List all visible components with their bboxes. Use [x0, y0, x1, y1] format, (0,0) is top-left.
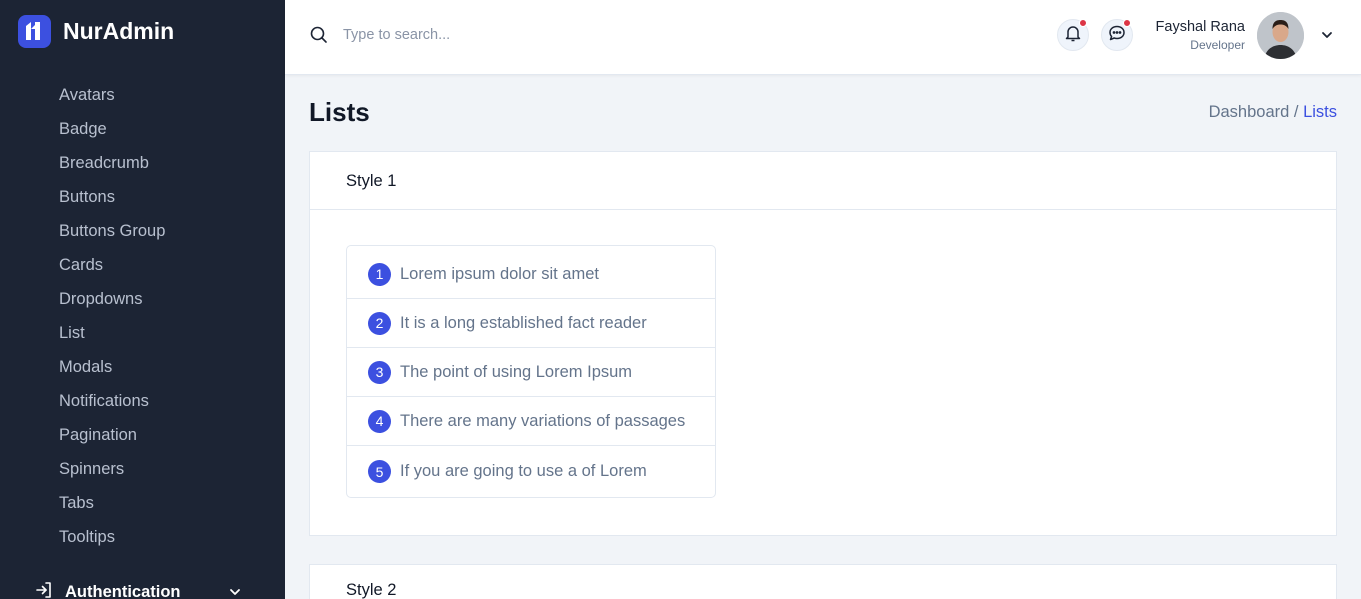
- notification-badge-dot: [1079, 19, 1087, 27]
- sidebar-item-buttons[interactable]: Buttons: [0, 180, 285, 214]
- list-item: 3 The point of using Lorem Ipsum: [347, 348, 715, 397]
- sidebar-item-cards[interactable]: Cards: [0, 248, 285, 282]
- list-item-text: The point of using Lorem Ipsum: [400, 362, 633, 381]
- list-item-text: There are many variations of passages: [400, 411, 686, 430]
- sidebar-item-tabs[interactable]: Tabs: [0, 486, 285, 520]
- list-item-number: 3: [368, 360, 391, 384]
- brand[interactable]: NurAdmin: [18, 14, 174, 48]
- list-item-text: If you are going to use a of Lorem: [400, 462, 647, 480]
- list-item-text: Lorem ipsum dolor sit amet: [400, 264, 599, 283]
- page-title: Lists: [309, 97, 370, 127]
- list-item: 1 Lorem ipsum dolor sit amet: [347, 246, 715, 299]
- list-item-number: 4: [368, 409, 391, 433]
- card-title: Style 2: [310, 561, 1336, 599]
- user-name[interactable]: Fayshal Rana: [1156, 19, 1245, 35]
- login-icon: [35, 581, 53, 599]
- sidebar-item-spinners[interactable]: Spinners: [0, 452, 285, 486]
- sidebar-item-tooltips[interactable]: Tooltips: [0, 520, 285, 554]
- breadcrumb-dashboard-link[interactable]: Dashboard /: [1209, 103, 1299, 121]
- sidebar-item-notifications[interactable]: Notifications: [0, 384, 285, 418]
- card-title: Style 1: [310, 152, 1336, 210]
- list-item-number: 2: [368, 311, 391, 335]
- search-icon[interactable]: [309, 25, 329, 50]
- sidebar-menu: Avatars Badge Breadcrumb Buttons Buttons…: [0, 78, 285, 554]
- sidebar-item-list[interactable]: List: [0, 316, 285, 350]
- sidebar-item-buttons-group[interactable]: Buttons Group: [0, 214, 285, 248]
- sidebar: NurAdmin Avatars Badge Breadcrumb Button…: [0, 0, 285, 599]
- messages-button[interactable]: [1101, 19, 1133, 51]
- numbered-list: 1 Lorem ipsum dolor sit amet 2 It is a l…: [346, 245, 716, 498]
- notifications-button[interactable]: [1057, 19, 1089, 51]
- list-item-text: It is a long established fact reader: [400, 313, 647, 332]
- sidebar-item-avatars[interactable]: Avatars: [0, 78, 285, 112]
- message-badge-dot: [1123, 19, 1131, 27]
- avatar[interactable]: [1257, 12, 1304, 59]
- sidebar-section-authentication[interactable]: Authentication: [0, 578, 285, 599]
- nuradmin-logo-icon: [18, 14, 51, 48]
- sidebar-item-modals[interactable]: Modals: [0, 350, 285, 384]
- chevron-down-icon[interactable]: [1319, 27, 1335, 48]
- sidebar-item-badge[interactable]: Badge: [0, 112, 285, 146]
- top-header: Fayshal Rana Developer: [285, 0, 1361, 75]
- brand-name: NurAdmin: [63, 17, 175, 44]
- sidebar-item-breadcrumb[interactable]: Breadcrumb: [0, 146, 285, 180]
- list-item: 2 It is a long established fact reader: [347, 299, 715, 348]
- list-item-number: 1: [368, 262, 391, 286]
- chevron-down-icon: [228, 585, 242, 599]
- list-card-style-2: Style 2: [309, 564, 1337, 599]
- list-card-style-1: Style 1 1 Lorem ipsum dolor sit amet 2 I…: [309, 151, 1337, 536]
- sidebar-section-label: Authentication: [65, 582, 181, 599]
- sidebar-item-dropdowns[interactable]: Dropdowns: [0, 282, 285, 316]
- list-item-number: 5: [368, 460, 391, 483]
- sidebar-item-pagination[interactable]: Pagination: [0, 418, 285, 452]
- user-role: Developer: [1190, 38, 1245, 52]
- breadcrumb-current: Lists: [1303, 103, 1337, 121]
- breadcrumb: Dashboard / Lists: [1209, 103, 1337, 122]
- chat-icon: [1108, 24, 1126, 47]
- bell-icon: [1064, 24, 1082, 47]
- list-item: 5 If you are going to use a of Lorem: [347, 446, 715, 497]
- search-input[interactable]: [343, 22, 703, 48]
- list-item: 4 There are many variations of passages: [347, 397, 715, 446]
